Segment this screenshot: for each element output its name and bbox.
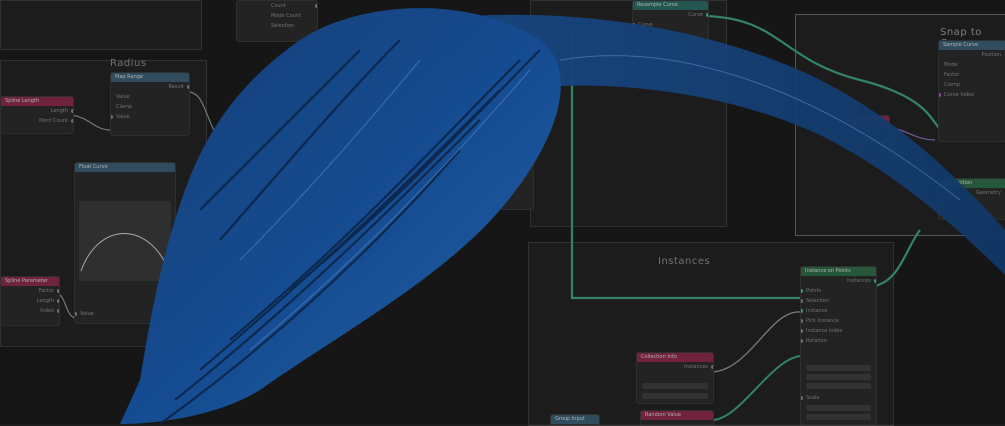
feather-artwork bbox=[120, 8, 1005, 424]
